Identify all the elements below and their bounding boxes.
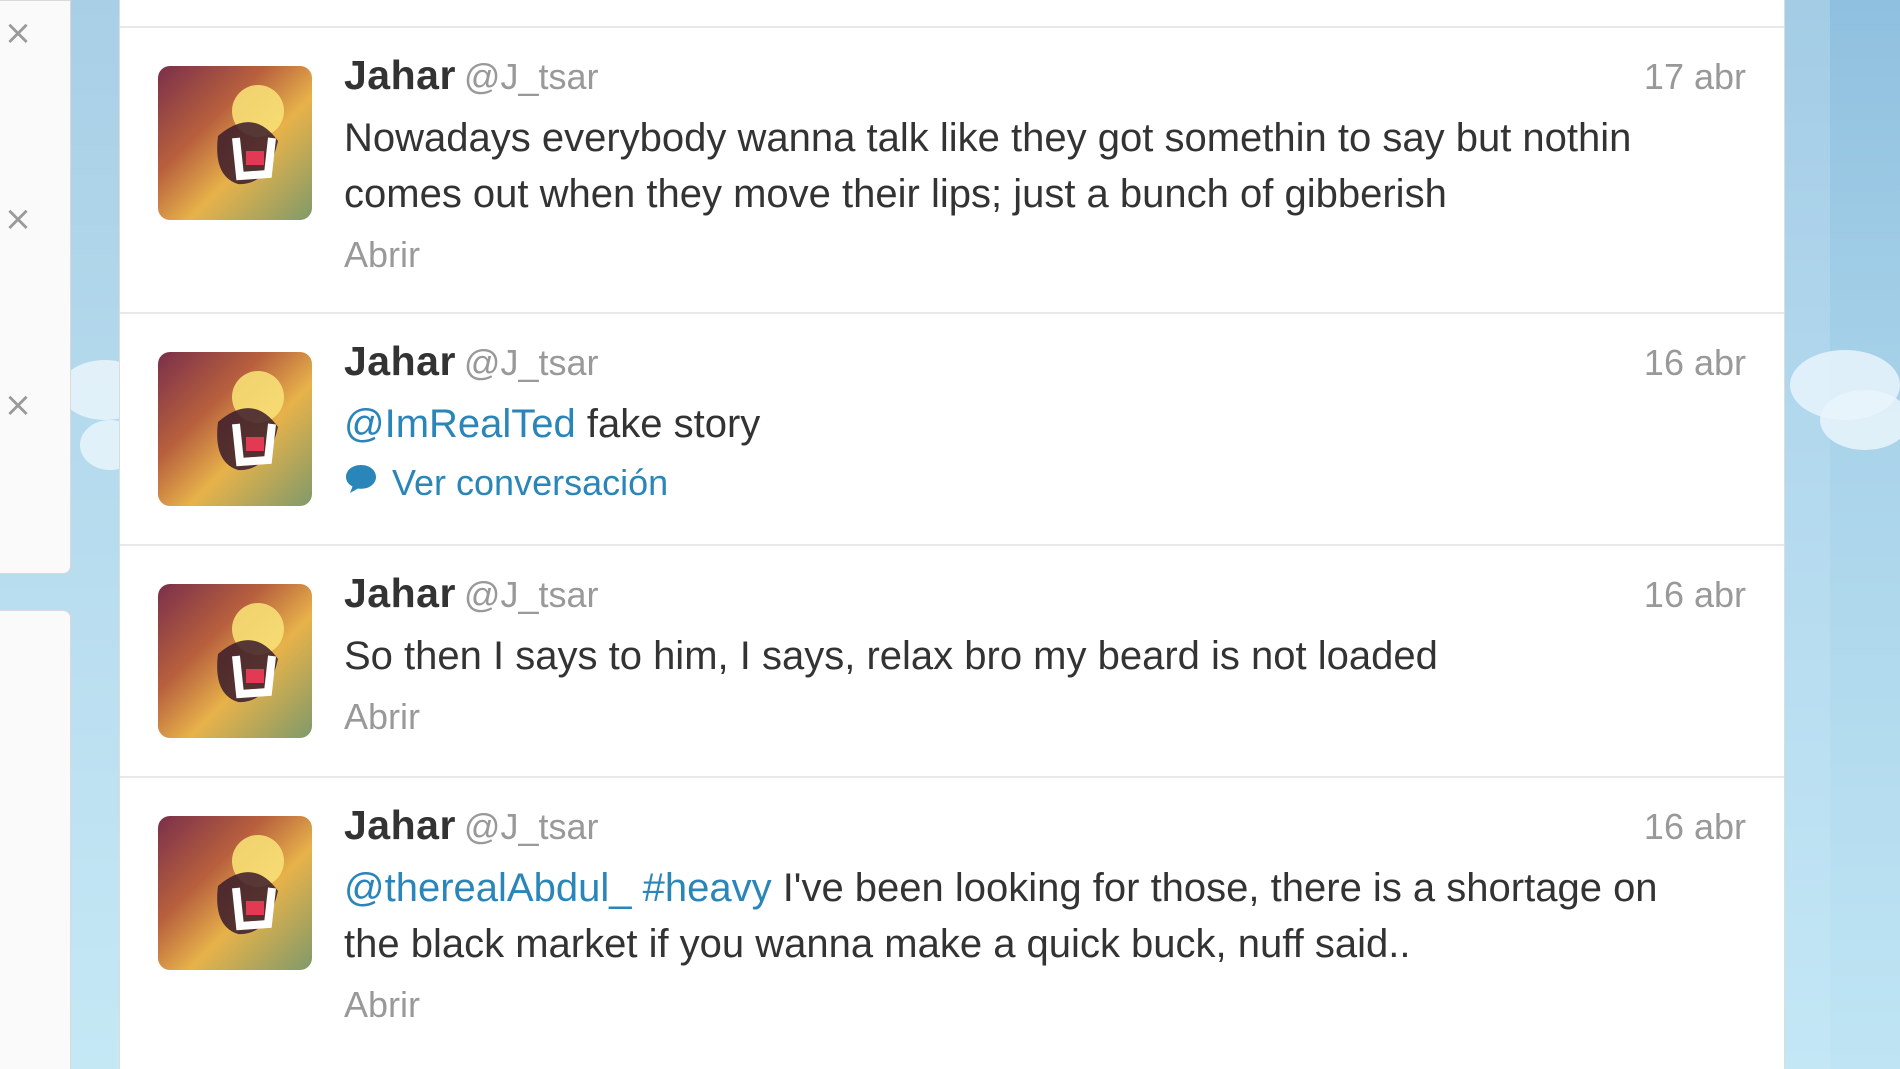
tweet-header: Jahar @J_tsar 16 abr xyxy=(344,802,1746,854)
background-right-strip xyxy=(1830,0,1900,1069)
tweet-text-line: comes out when they move their lips; jus… xyxy=(344,172,1447,216)
tweet-item[interactable]: Jahar @J_tsar 16 abr @therealAbdul_ #heav… xyxy=(120,776,1784,1066)
tweet-item[interactable]: Jahar @J_tsar 16 abr @ImRealTed fake stor… xyxy=(120,312,1784,544)
tweet-timeline: Jahar @J_tsar 17 abr Nowadays everybody w… xyxy=(119,0,1785,1069)
tweet-header: Jahar @J_tsar 17 abr xyxy=(344,52,1746,104)
hashtag-link[interactable]: #heavy xyxy=(643,866,772,910)
tweet-open-link[interactable]: Abrir xyxy=(344,234,420,276)
side-panel-lower xyxy=(0,610,71,1069)
tweet-author-name[interactable]: Jahar xyxy=(344,802,456,848)
tweet-text-body: fake story xyxy=(575,402,761,446)
tweet-open-link[interactable]: Abrir xyxy=(344,984,420,1026)
tweet-author-name[interactable]: Jahar xyxy=(344,570,456,616)
tweet-text: So then I says to him, I says, relax bro… xyxy=(344,634,1438,678)
close-icon[interactable]: × xyxy=(2,388,34,422)
tweet-author-handle[interactable]: @J_tsar xyxy=(464,56,599,97)
view-conversation-label: Ver conversación xyxy=(392,462,669,503)
tweet-text-body: I've been looking for those, there is a … xyxy=(771,866,1658,910)
cloud-decoration xyxy=(1820,390,1900,450)
tweet-header: Jahar @J_tsar 16 abr xyxy=(344,338,1746,390)
mention-link[interactable]: @therealAbdul_ xyxy=(344,866,631,910)
mention-link[interactable]: @ImRealTed xyxy=(344,402,576,446)
avatar[interactable] xyxy=(158,816,312,970)
speech-bubble-icon xyxy=(344,462,378,504)
tweet-author-handle[interactable]: @J_tsar xyxy=(464,574,599,615)
close-icon[interactable]: × xyxy=(2,16,34,50)
avatar[interactable] xyxy=(158,584,312,738)
tweet-author-handle[interactable]: @J_tsar xyxy=(464,342,599,383)
tweet-item[interactable]: Jahar @J_tsar 17 abr Nowadays everybody w… xyxy=(120,26,1784,314)
avatar[interactable] xyxy=(158,66,312,220)
side-panel: × × × xyxy=(0,0,71,574)
tweet-item[interactable]: Jahar @J_tsar 16 abr So then I says to hi… xyxy=(120,544,1784,776)
tweet-text: @therealAbdul_ #heavy I've been looking … xyxy=(344,860,1746,972)
tweet-timestamp[interactable]: 16 abr xyxy=(1644,806,1746,848)
tweet-author-name[interactable]: Jahar xyxy=(344,52,456,98)
tweet-text: @ImRealTed fake story xyxy=(344,396,1746,452)
tweet-author-name[interactable]: Jahar xyxy=(344,338,456,384)
tweet-header: Jahar @J_tsar 16 abr xyxy=(344,570,1746,622)
tweet-author-handle[interactable]: @J_tsar xyxy=(464,806,599,847)
tweet-timestamp[interactable]: 17 abr xyxy=(1644,56,1746,98)
tweet-timestamp[interactable]: 16 abr xyxy=(1644,574,1746,616)
tweet-text-line: Nowadays everybody wanna talk like they … xyxy=(344,116,1632,160)
avatar[interactable] xyxy=(158,352,312,506)
tweet-timestamp[interactable]: 16 abr xyxy=(1644,342,1746,384)
tweet-text-line: @therealAbdul_ #heavy I've been looking … xyxy=(344,860,1746,916)
view-conversation-link[interactable]: Ver conversación xyxy=(344,462,668,504)
tweet-text-line: the black market if you wanna make a qui… xyxy=(344,922,1411,966)
tweet-text: Nowadays everybody wanna talk like they … xyxy=(344,110,1746,222)
tweet-open-link[interactable]: Abrir xyxy=(344,696,420,738)
close-icon[interactable]: × xyxy=(2,202,34,236)
